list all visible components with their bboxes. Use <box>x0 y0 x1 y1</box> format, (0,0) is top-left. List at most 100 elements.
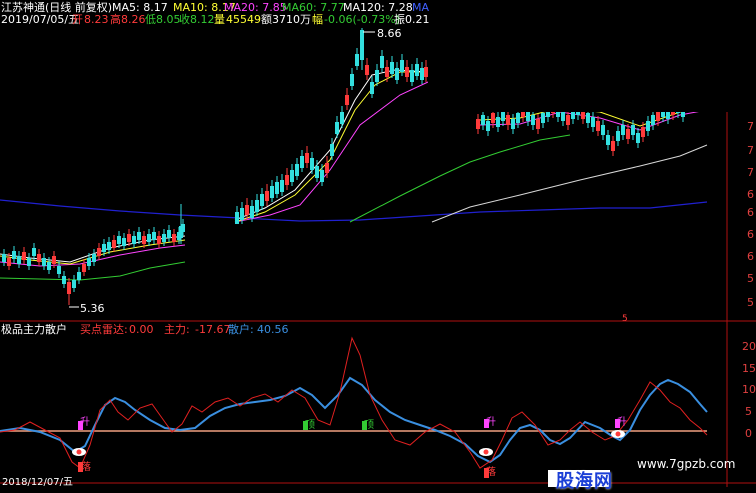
candle-body-67 <box>375 70 379 82</box>
stock-chart <box>0 0 756 487</box>
candle-body-54 <box>310 158 314 170</box>
candle-body-96 <box>561 111 565 121</box>
candle-body-37 <box>67 282 71 292</box>
candle-body-24 <box>122 238 126 246</box>
candle-body-75 <box>415 64 419 76</box>
candle-body-103 <box>596 121 600 131</box>
candle-body-82 <box>491 113 495 123</box>
watermark-brand: 股海网 <box>556 471 613 492</box>
radar-label: 买点雷达: <box>80 323 128 336</box>
change-value: -0.06(-0.73%) <box>324 13 400 26</box>
redaction-box-1 <box>186 224 571 264</box>
candle-body-61 <box>345 95 349 105</box>
candle-body-57 <box>325 163 329 173</box>
candle-body-71 <box>395 68 399 80</box>
signal-up-1: 升 <box>80 417 90 428</box>
candle-body-1 <box>7 258 11 266</box>
candle-body-105 <box>606 135 610 145</box>
candle-body-90 <box>531 115 535 125</box>
candle-body-91 <box>536 119 540 129</box>
signal-top-2: 顶 <box>364 420 374 431</box>
price-tick-6: 6 <box>747 228 754 241</box>
candle-body-10 <box>52 256 56 264</box>
ma120-line <box>0 199 708 222</box>
candle-body-102 <box>591 117 595 127</box>
candle-body-51 <box>295 164 299 176</box>
candle-body-8 <box>42 258 46 266</box>
candle-body-40 <box>240 208 244 220</box>
candle-body-50 <box>290 170 294 182</box>
chart-stage: 江苏神通(日线 前复权) MA5: 8.17 MA10: 8.17 MA20: … <box>0 0 756 492</box>
main-force-line <box>0 336 708 469</box>
candle-body-76 <box>420 68 424 80</box>
low-label: 低 <box>145 13 156 26</box>
candle-body-34 <box>172 234 176 242</box>
candle-body-4 <box>22 252 26 260</box>
price-tick-8: 5 <box>747 272 754 285</box>
candle-body-62 <box>350 74 354 86</box>
indicator-tick-5: 5 <box>745 405 752 418</box>
candle-body-79 <box>476 119 480 129</box>
candle-body-113 <box>646 121 650 131</box>
candle-body-72 <box>400 60 404 72</box>
date-label: 2019/07/05/五 <box>1 13 80 26</box>
signal-up-3: 升 <box>617 417 627 428</box>
candle-body-29 <box>147 234 151 242</box>
candle-body-49 <box>285 175 289 185</box>
watermark-url: www.7gpzb.com <box>637 457 736 471</box>
candle-body-44 <box>260 194 264 206</box>
retail-value: 40.56 <box>257 323 289 336</box>
candle-body-69 <box>385 67 389 77</box>
price-tick-3: 7 <box>747 166 754 179</box>
candle-body-85 <box>506 115 510 125</box>
radar-marker-dot-2 <box>615 431 621 437</box>
indicator-tick-0: 0 <box>745 427 752 440</box>
candle-body-39 <box>235 212 239 224</box>
candle-body-48 <box>280 180 284 192</box>
candle-body-58 <box>330 144 334 156</box>
candle-body-23 <box>117 236 121 244</box>
candle-body-18 <box>92 254 96 262</box>
candle-body-43 <box>255 200 259 212</box>
candle-body-60 <box>340 112 344 124</box>
radar-marker-dot-0 <box>76 449 82 455</box>
candle-body-70 <box>390 62 394 74</box>
candle-body-87 <box>516 113 520 123</box>
price-tick-7: 6 <box>747 250 754 263</box>
main-force-value: -17.67 <box>195 323 231 336</box>
signal-down-1: 落 <box>81 462 91 473</box>
candle-body-53 <box>305 153 309 163</box>
close-label: 收 <box>179 13 190 26</box>
candle-body-86 <box>511 119 515 129</box>
candle-body-63 <box>355 54 359 66</box>
candle-body-11 <box>57 266 61 274</box>
candle-body-42 <box>250 206 254 218</box>
amplitude-label: 振 <box>394 13 405 26</box>
candle-body-109 <box>626 129 630 139</box>
candle-body-3 <box>17 256 21 264</box>
candle-body-25 <box>127 234 131 242</box>
volume-value: 45549 <box>226 13 261 26</box>
volume-label: 量 <box>214 13 225 26</box>
open-label: 开 <box>72 13 83 26</box>
candle-body-77 <box>424 67 428 77</box>
candle-body-45 <box>265 191 269 201</box>
candle-body-55 <box>315 166 319 178</box>
candle-body-31 <box>157 236 161 244</box>
high-value: 8.26 <box>121 13 146 26</box>
signal-up-2: 升 <box>486 417 496 428</box>
price-tick-4: 6 <box>747 188 754 201</box>
candle-body-21 <box>107 242 111 250</box>
candle-body-32 <box>162 234 166 242</box>
candle-body-0 <box>2 254 6 262</box>
candle-body-89 <box>526 111 530 121</box>
candle-body-6 <box>32 248 36 256</box>
ma60-line-right <box>349 134 571 223</box>
candle-body-59 <box>335 122 339 134</box>
close-value: 8.12 <box>190 13 215 26</box>
candle-body-22 <box>112 240 116 248</box>
candle-body-110 <box>631 125 635 135</box>
candle-body-15 <box>77 272 81 280</box>
retail-line <box>0 376 708 464</box>
high-annotation: 8.66 <box>377 27 402 40</box>
